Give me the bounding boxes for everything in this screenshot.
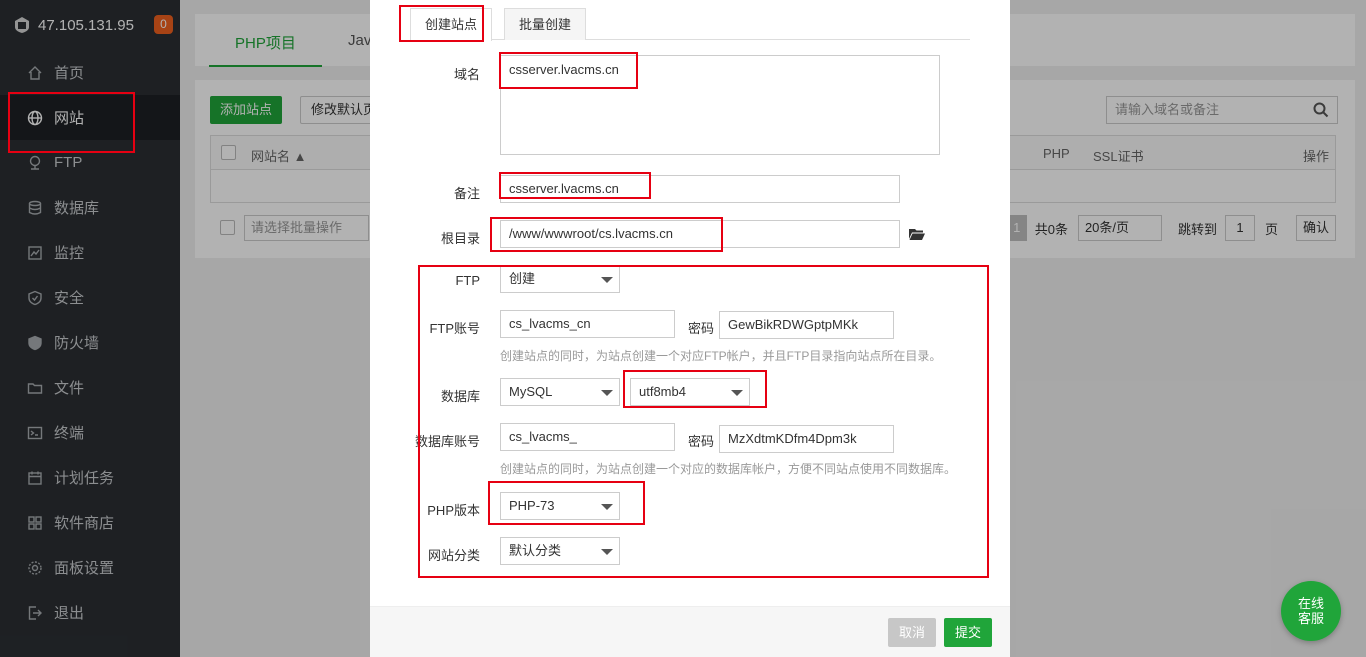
cancel-button[interactable]: 取消 <box>888 618 936 647</box>
chat-line-1: 在线 <box>1297 596 1324 611</box>
annotation-box-create-tab <box>399 5 484 42</box>
dialog-tabs: 创建站点 批量创建 <box>410 8 970 41</box>
remark-label: 备注 <box>453 186 480 201</box>
annotation-box-remark <box>499 172 651 199</box>
online-support-button[interactable]: 在线 客服 <box>1281 581 1341 641</box>
annotation-box-charset <box>623 370 767 408</box>
annotation-box-website <box>8 92 135 153</box>
domain-label: 域名 <box>453 67 480 82</box>
tab-batch-create[interactable]: 批量创建 <box>504 8 587 40</box>
annotation-box-root <box>490 217 723 252</box>
folder-open-icon[interactable] <box>909 227 925 241</box>
chat-line-2: 客服 <box>1297 611 1324 626</box>
dialog-footer: 取消 提交 <box>370 606 1010 657</box>
submit-button[interactable]: 提交 <box>944 618 992 647</box>
annotation-box-php <box>488 481 645 525</box>
root-dir-label: 根目录 <box>440 231 480 246</box>
annotation-box-domain <box>499 52 638 89</box>
annotation-box-options <box>418 265 989 578</box>
